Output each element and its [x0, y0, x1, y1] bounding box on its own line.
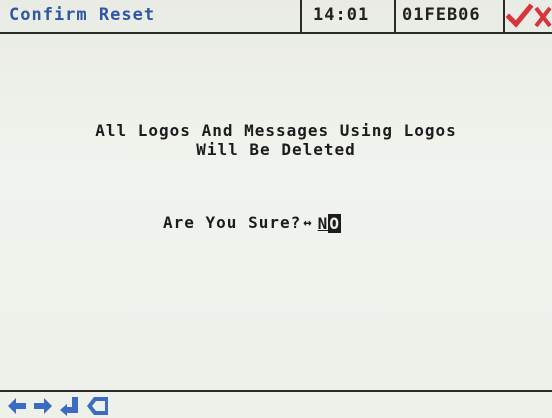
- message-line-2: Will Be Deleted: [196, 140, 356, 159]
- message-line-1: All Logos And Messages Using Logos: [95, 121, 457, 140]
- page-title: Confirm Reset: [9, 5, 156, 25]
- screen: Confirm Reset 14:01 01FEB06 All Logos An…: [0, 0, 552, 418]
- warning-message: All Logos And Messages Using Logos Will …: [0, 121, 552, 159]
- left-arrow-icon[interactable]: [6, 395, 28, 417]
- answer-value: NO: [318, 213, 341, 233]
- clock: 14:01: [313, 5, 370, 25]
- confirm-question: Are You Sure?: [163, 213, 302, 232]
- divider: [300, 0, 302, 32]
- answer-toggle[interactable]: NO: [317, 212, 342, 233]
- title-bar: Confirm Reset 14:01 01FEB06: [0, 0, 552, 34]
- x-icon[interactable]: [534, 6, 552, 28]
- confirm-question-row: Are You Sure? ↔ NO: [163, 212, 342, 233]
- enter-icon[interactable]: [58, 395, 80, 417]
- answer-char-underlined: N: [317, 213, 329, 233]
- bottom-nav-bar: [0, 390, 552, 418]
- answer-char-highlight: O: [328, 213, 341, 233]
- right-arrow-icon[interactable]: [32, 395, 54, 417]
- divider: [503, 0, 505, 32]
- status-icons: [505, 2, 552, 30]
- back-icon[interactable]: [86, 395, 108, 417]
- date: 01FEB06: [402, 5, 481, 25]
- check-icon[interactable]: [505, 3, 534, 28]
- divider: [394, 0, 396, 32]
- left-right-arrow-icon: ↔: [303, 214, 313, 231]
